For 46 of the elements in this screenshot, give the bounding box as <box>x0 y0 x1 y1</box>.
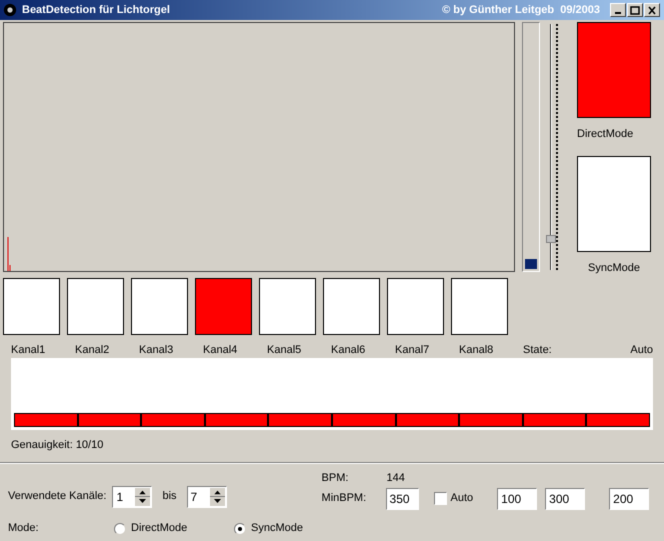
channel-range-label: Verwendete Kanäle: <box>8 489 106 504</box>
maximize-icon <box>630 6 640 14</box>
channel-label: Kanal4 <box>203 342 238 358</box>
radio-button[interactable] <box>114 522 126 534</box>
channel-label: Kanal7 <box>395 342 430 358</box>
accuracy-text: Genauigkeit: 10/10 <box>11 438 104 453</box>
app-icon <box>3 3 17 17</box>
channel-label: Kanal8 <box>459 342 494 358</box>
number-field[interactable]: 350 <box>386 488 419 510</box>
number-field[interactable]: 100 <box>497 488 538 510</box>
radio-label[interactable]: SyncMode <box>251 520 303 537</box>
spin-field[interactable]: 1 <box>112 486 152 508</box>
spin-value: 7 <box>190 488 198 506</box>
bpm-value: 144 <box>386 471 405 486</box>
close-button[interactable] <box>644 3 660 17</box>
mode-label: Mode: <box>8 521 40 536</box>
channel-label: Kanal1 <box>11 342 46 358</box>
radio-button[interactable] <box>234 522 246 534</box>
state-value: Auto <box>630 342 653 358</box>
channel-label: Kanal3 <box>139 342 174 358</box>
spin-arrows-icon[interactable] <box>210 488 225 506</box>
state-label: State: <box>523 342 552 358</box>
number-field[interactable]: 200 <box>609 488 650 510</box>
range-separator: bis <box>162 489 177 504</box>
window-title: BeatDetection für Lichtorgel <box>22 2 170 18</box>
credit-text: © by Günther Leitgeb 09/2003 <box>442 2 600 18</box>
spin-value: 1 <box>115 488 124 506</box>
channel-label: Kanal6 <box>331 342 366 358</box>
bpm-label: BPM: <box>322 471 350 486</box>
spin-arrows-icon[interactable] <box>135 488 150 506</box>
min-bpm-label: MinBPM: <box>322 491 368 506</box>
mode-lamp-label: SyncMode <box>588 260 640 276</box>
minimize-button[interactable] <box>610 3 626 17</box>
radio-label[interactable]: DirectMode <box>131 520 188 537</box>
signal-trace <box>7 237 11 271</box>
channel-label: Kanal2 <box>75 342 110 358</box>
maximize-button[interactable] <box>627 3 643 17</box>
minimize-icon <box>615 12 621 14</box>
close-icon <box>647 6 657 14</box>
slider-thumb[interactable] <box>546 235 556 244</box>
auto-label: Auto <box>450 491 474 506</box>
spin-field[interactable]: 7 <box>186 486 227 508</box>
mode-lamp-label: DirectMode <box>577 127 634 142</box>
auto-checkbox[interactable] <box>434 492 447 505</box>
number-field[interactable]: 300 <box>545 488 586 510</box>
channel-label: Kanal5 <box>267 342 302 358</box>
